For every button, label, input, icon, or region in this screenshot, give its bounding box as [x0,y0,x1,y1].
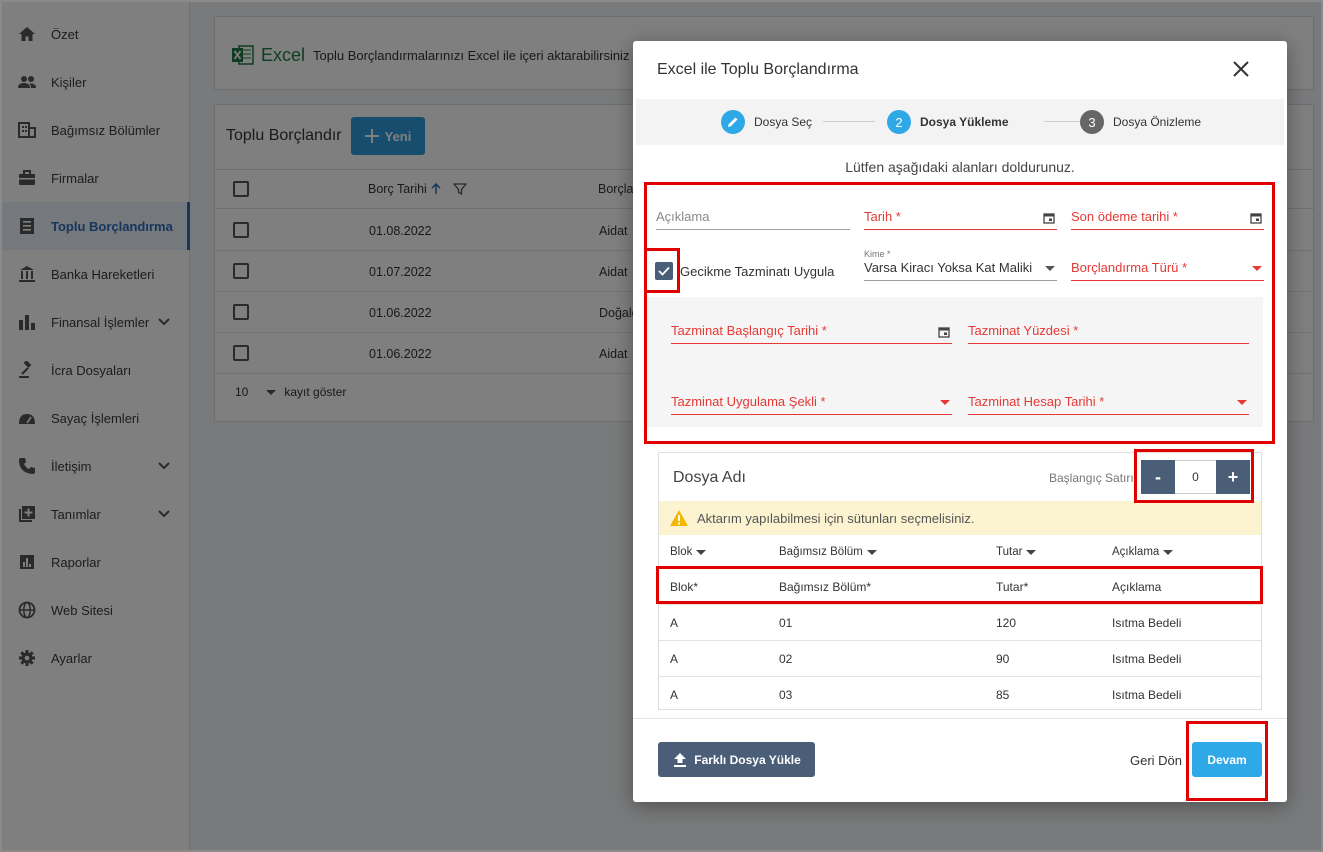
tazminat-yuzdesi-field[interactable]: Tazminat Yüzdesi * [968,318,1249,344]
step-number: 2 [887,110,911,134]
modal-title: Excel ile Toplu Borçlandırma [657,61,859,78]
caret-down-icon [1026,549,1037,555]
cell-aciklama: Isıtma Bedeli [1112,616,1182,630]
start-row-input[interactable]: 0 [1175,460,1216,494]
table-row: A 03 85 Isıtma Bedeli [659,677,1261,713]
borclandirma-turu-label: Borçlandırma Türü * [1071,260,1188,275]
caret-down-icon [1163,549,1174,555]
step-label: Dosya Seç [754,115,813,129]
step-number: 3 [1080,110,1104,134]
upload-different-file-button[interactable]: Farklı Dosya Yükle [658,742,815,777]
form-instruction: Lütfen aşağıdaki alanları doldurunuz. [845,159,1075,175]
gecikme-label: Gecikme Tazminatı Uygula [680,263,835,279]
tazminat-yuzdesi-label: Tazminat Yüzdesi * [968,323,1079,338]
tazminat-uygulama-label: Tazminat Uygulama Şekli * [671,394,826,409]
column-select-label: Bağımsız Bölüm [779,546,863,558]
stepper: Dosya Seç 2 Dosya Yükleme 3 Dosya Önizle… [636,99,1284,145]
upload-icon [674,752,687,767]
cell-tutar: 120 [996,616,1017,630]
step-dosya-yukleme[interactable]: 2 Dosya Yükleme [887,110,1009,134]
calendar-icon[interactable] [938,326,950,338]
column-select-tutar[interactable]: Tutar [996,546,1037,558]
cell-blok: Blok* [670,580,699,594]
tazminat-baslangic-label: Tazminat Başlangıç Tarihi * [671,323,827,338]
cell-blok: A [670,652,679,666]
dropdown-arrow-icon [1045,266,1055,271]
cell-tutar: 85 [996,688,1010,702]
borclandirma-turu-select[interactable]: Borçlandırma Türü * [1071,255,1264,281]
column-warning: Aktarım yapılabilmesi için sütunları seç… [659,501,1261,535]
cell-bagimsiz-bolum: 01 [779,616,793,630]
caret-down-icon [696,549,707,555]
cell-bagimsiz-bolum: 02 [779,652,793,666]
dropdown-arrow-icon [1252,266,1262,271]
start-row-label: Başlangıç Satırı [1049,471,1134,485]
calendar-icon[interactable] [1250,212,1262,224]
cell-tutar: Tutar* [996,580,1029,594]
file-name-label: Dosya Adı [673,469,746,486]
column-select-label: Blok [670,546,693,558]
checkmark-icon[interactable] [655,262,673,280]
dropdown-arrow-icon [1237,400,1247,405]
pencil-icon [721,110,745,134]
step-dosya-onizleme[interactable]: 3 Dosya Önizleme [1080,110,1201,134]
increment-button[interactable]: + [1216,460,1250,494]
tazminat-hesap-label: Tazminat Hesap Tarihi * [968,394,1105,409]
continue-button[interactable]: Devam [1192,742,1262,777]
tarih-label: Tarih * [864,209,901,224]
kime-value: Varsa Kiracı Yoksa Kat Maliki [864,260,1033,275]
cell-tutar: 90 [996,652,1010,666]
warning-text: Aktarım yapılabilmesi için sütunları seç… [697,510,975,526]
table-row: A 02 90 Isıtma Bedeli [659,641,1261,677]
tarih-field[interactable]: Tarih * [864,204,1057,230]
tazminat-uygulama-sekli-select[interactable]: Tazminat Uygulama Şekli * [671,389,952,415]
column-select-label: Açıklama [1112,546,1160,558]
kime-select[interactable]: Kime * Varsa Kiracı Yoksa Kat Maliki [864,249,1057,281]
column-select-bagimsiz-bolum[interactable]: Bağımsız Bölüm [779,546,877,558]
son-odeme-tarihi-field[interactable]: Son ödeme tarihi * [1071,204,1264,230]
cell-blok: A [670,688,679,702]
tazminat-hesap-tarihi-select[interactable]: Tazminat Hesap Tarihi * [968,389,1249,415]
footer-divider [633,718,1287,719]
calendar-icon[interactable] [1043,212,1055,224]
step-connector [823,121,875,122]
start-row-stepper: - 0 + [1141,460,1250,494]
gecikme-tazminati-checkbox[interactable]: Gecikme Tazminatı Uygula [655,262,834,280]
column-mapping-header: Blok Bağımsız Bölüm Tutar Açıklama [659,535,1261,568]
column-select-label: Tutar [996,546,1023,558]
upload-button-label: Farklı Dosya Yükle [694,752,801,767]
cell-blok: A [670,616,679,630]
aciklama-field[interactable]: Açıklama [656,204,850,230]
step-label: Dosya Yükleme [920,115,1009,129]
cell-aciklama: Açıklama [1112,580,1162,594]
file-preview-panel: Dosya Adı Başlangıç Satırı - 0 + Aktarım… [658,452,1262,710]
cell-aciklama: Isıtma Bedeli [1112,652,1182,666]
caret-down-icon [866,549,877,555]
warning-icon [670,510,688,526]
column-select-aciklama[interactable]: Açıklama [1112,546,1174,558]
excel-import-modal: Excel ile Toplu Borçlandırma Dosya Seç 2… [633,41,1287,802]
decrement-button[interactable]: - [1141,460,1175,494]
kime-label: Kime * [864,249,891,259]
step-label: Dosya Önizleme [1113,115,1202,129]
cell-aciklama: Isıtma Bedeli [1112,688,1182,702]
table-row: Blok* Bağımsız Bölüm* Tutar* Açıklama [659,569,1261,605]
aciklama-label: Açıklama [656,209,710,224]
column-select-blok[interactable]: Blok [670,546,707,558]
back-button[interactable]: Geri Dön [1130,753,1182,768]
cell-bagimsiz-bolum: Bağımsız Bölüm* [779,580,872,594]
tazminat-baslangic-tarihi-field[interactable]: Tazminat Başlangıç Tarihi * [671,318,952,344]
son-odeme-label: Son ödeme tarihi * [1071,209,1178,224]
table-row: A 01 120 Isıtma Bedeli [659,605,1261,641]
dropdown-arrow-icon [940,400,950,405]
cell-bagimsiz-bolum: 03 [779,688,793,702]
step-dosya-sec[interactable]: Dosya Seç [721,110,812,134]
close-icon[interactable] [1229,57,1253,81]
